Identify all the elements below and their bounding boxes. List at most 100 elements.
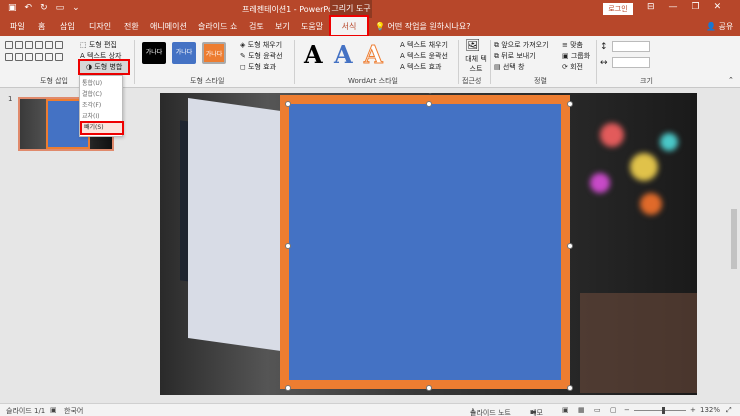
customize-qat-icon[interactable]: ⌄ — [72, 3, 80, 13]
present-icon[interactable]: ▭ — [56, 3, 65, 13]
tab-view[interactable]: 보기 — [275, 21, 290, 32]
slide[interactable]: ⟲ — [160, 93, 697, 395]
ribbon-divider — [134, 40, 135, 84]
selected-rectangle-shape[interactable] — [280, 95, 570, 389]
slideshow-view-icon[interactable]: ▢ — [610, 406, 617, 414]
resize-handle[interactable] — [426, 101, 432, 107]
bokeh-light — [590, 173, 610, 193]
group-label-insert-shapes: 도형 삽입 — [40, 77, 68, 85]
quick-access-toolbar: ▣ ↶ ↻ ▭ ⌄ — [8, 3, 80, 13]
edit-shape-button[interactable]: ⬚ 도형 편집 — [80, 40, 117, 50]
zoom-slider-thumb[interactable] — [662, 407, 665, 414]
resize-handle[interactable] — [285, 243, 291, 249]
resize-handle[interactable] — [567, 101, 573, 107]
notes-label: 슬라이드 노트 — [470, 409, 511, 416]
tab-design[interactable]: 디자인 — [89, 21, 111, 32]
group-label-shape-styles: 도형 스타일 — [190, 77, 225, 85]
resize-handle[interactable] — [426, 385, 432, 391]
shape-style-orange[interactable]: 가나다 — [202, 42, 226, 64]
zoom-out-icon[interactable]: − — [624, 406, 630, 414]
zoom-level[interactable]: 132% — [700, 406, 720, 414]
tab-file[interactable]: 파일 — [10, 21, 25, 32]
tab-home[interactable]: 홈 — [38, 21, 45, 32]
merge-subtract-item[interactable]: 빼기(S) — [80, 121, 124, 135]
merge-shapes-menu: 통합(U) 결합(C) 조각(F) 교차(I) 빼기(S) — [79, 75, 124, 137]
group-button[interactable]: ▣ 그룹화 — [562, 51, 590, 61]
group-label-accessibility: 접근성 — [462, 77, 482, 85]
share-label: 공유 — [718, 22, 734, 31]
minimize-icon[interactable]: — — [669, 2, 678, 12]
slide-counter: 슬라이드 1/1 — [6, 407, 46, 415]
group-label: 그룹화 — [570, 52, 591, 60]
laptop-photo — [188, 97, 288, 353]
selection-pane-button[interactable]: ▤ 선택 창 — [494, 62, 524, 72]
vertical-scrollbar[interactable] — [728, 89, 740, 403]
tab-slideshow[interactable]: 슬라이드 쇼 — [198, 21, 237, 32]
undo-icon[interactable]: ↶ — [25, 3, 33, 13]
shapes-gallery[interactable] — [4, 40, 72, 70]
resize-handle[interactable] — [285, 385, 291, 391]
zoom-slider[interactable] — [634, 410, 686, 411]
group-label-size: 크기 — [640, 77, 653, 85]
shape-style-blue[interactable]: 가나다 — [172, 42, 196, 64]
login-button[interactable]: 로그인 — [603, 3, 633, 15]
save-icon[interactable]: ▣ — [8, 3, 17, 13]
slide-sorter-icon[interactable]: ▦ — [578, 406, 585, 414]
align-button[interactable]: ≡ 맞춤 — [562, 40, 583, 50]
language-indicator[interactable]: 한국어 — [64, 406, 83, 416]
spelling-icon[interactable]: ▣ — [50, 406, 57, 414]
wordart-blue[interactable]: A — [334, 40, 353, 69]
width-icon: ↔ — [600, 58, 608, 68]
wordart-black[interactable]: A — [304, 40, 323, 69]
status-bar: 슬라이드 1/1 ▣ 한국어 ≜ 슬라이드 노트 ▬ 메모 ▣ ▦ ▭ ▢ − … — [0, 403, 740, 416]
shape-style-black[interactable]: 가나다 — [142, 42, 166, 64]
collapse-ribbon-icon[interactable]: ⌃ — [728, 76, 734, 84]
rotate-icon: ⟳ — [562, 63, 568, 71]
fit-to-window-icon[interactable]: ⤢ — [726, 406, 732, 415]
tab-format[interactable]: 서식 — [329, 15, 369, 37]
merge-combine-item[interactable]: 결합(C) — [82, 89, 102, 99]
zoom-in-icon[interactable]: + — [690, 406, 696, 414]
merge-fragment-item[interactable]: 조각(F) — [82, 100, 101, 110]
resize-handle[interactable] — [285, 101, 291, 107]
send-backward-button[interactable]: ⧉ 뒤로 보내기 — [494, 51, 536, 61]
ribbon-display-icon[interactable]: ⊟ — [647, 2, 655, 12]
scrollbar-thumb[interactable] — [731, 209, 737, 269]
shape-outline-button[interactable]: ✎ 도형 윤곽선 — [240, 51, 283, 61]
close-icon[interactable]: ✕ — [714, 2, 722, 12]
restore-icon[interactable]: ❐ — [692, 2, 700, 12]
shape-fill-button[interactable]: ◈ 도형 채우기 — [240, 40, 282, 50]
reading-view-icon[interactable]: ▭ — [594, 406, 601, 414]
height-icon: ↕ — [600, 42, 608, 52]
merge-union-item[interactable]: 통합(U) — [82, 78, 102, 88]
rotate-button[interactable]: ⟳ 회전 — [562, 62, 583, 72]
resize-handle[interactable] — [567, 385, 573, 391]
text-outline-button[interactable]: A 텍스트 윤곽선 — [400, 51, 448, 61]
window-controls: ⊟ — ❐ ✕ — [647, 2, 721, 12]
merge-shapes-button[interactable]: ◑ 도형 병합 — [78, 59, 130, 75]
text-effects-button[interactable]: A 텍스트 효과 — [400, 62, 441, 72]
tab-help[interactable]: 도움말 — [301, 21, 323, 32]
text-fill-button[interactable]: A 텍스트 채우기 — [400, 40, 448, 50]
tell-me-search[interactable]: 💡 어떤 작업을 원하시나요? — [375, 21, 470, 32]
text-fill-icon: A — [400, 41, 405, 49]
send-backward-label: 뒤로 보내기 — [501, 52, 536, 60]
tab-animations[interactable]: 애니메이션 — [150, 21, 187, 32]
shape-height-input[interactable] — [612, 41, 650, 52]
resize-handle[interactable] — [567, 243, 573, 249]
align-label: 맞춤 — [570, 41, 583, 49]
redo-icon[interactable]: ↻ — [40, 3, 48, 13]
normal-view-icon[interactable]: ▣ — [562, 406, 569, 414]
bring-forward-button[interactable]: ⧉ 앞으로 가져오기 — [494, 40, 549, 50]
tab-insert[interactable]: 삽입 — [60, 21, 75, 32]
ribbon-divider — [490, 40, 491, 84]
shape-width-input[interactable] — [612, 57, 650, 68]
wordart-orange-outline[interactable]: A — [364, 40, 384, 70]
tab-review[interactable]: 검토 — [249, 21, 264, 32]
share-button[interactable]: 👤 공유 — [706, 21, 733, 32]
shape-effects-button[interactable]: ◻ 도형 효과 — [240, 62, 276, 72]
rotate-handle[interactable]: ⟲ — [426, 93, 436, 96]
merge-intersect-item[interactable]: 교차(I) — [82, 111, 100, 121]
alt-text-button[interactable]: 대체 텍스트 — [465, 54, 487, 74]
tab-transitions[interactable]: 전환 — [124, 21, 139, 32]
